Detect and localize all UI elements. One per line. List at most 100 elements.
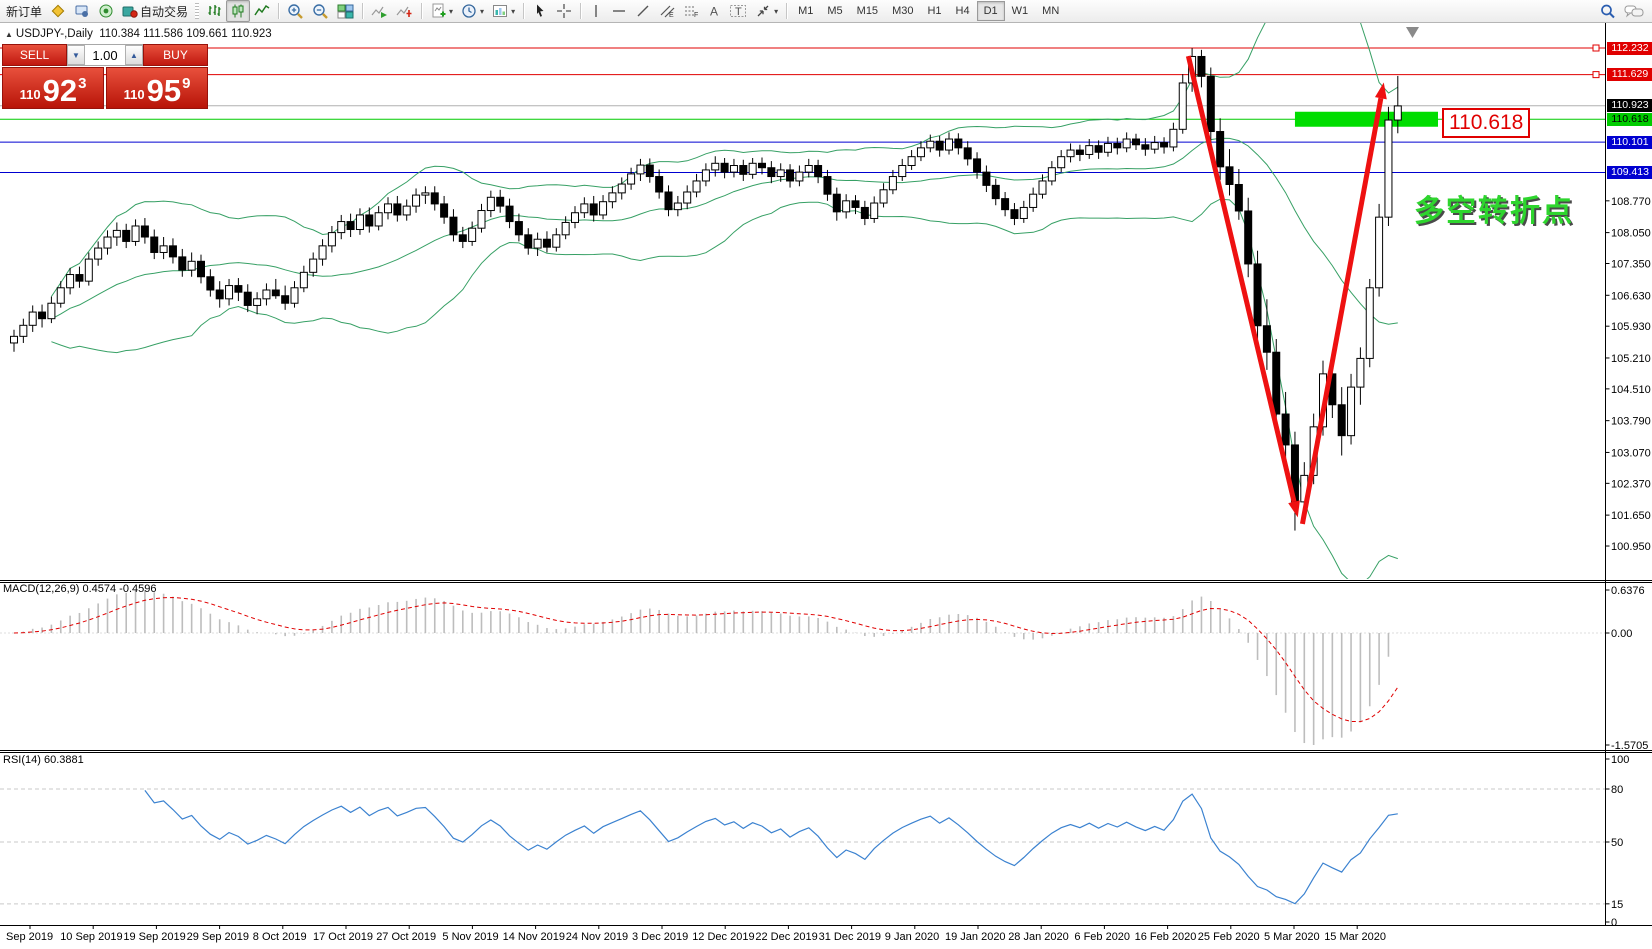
buy-price-main: 95: [146, 73, 182, 108]
timeframe-h4-button[interactable]: H4: [949, 1, 977, 21]
signals-button[interactable]: [94, 0, 118, 22]
chart-shift-marker-icon[interactable]: [1406, 27, 1419, 38]
line-handle[interactable]: [1592, 44, 1600, 52]
dropdown-arrow-icon: ▾: [449, 6, 454, 16]
search-button[interactable]: [1595, 0, 1620, 22]
cursor-tool-button[interactable]: [528, 0, 552, 22]
rsi-line: [144, 790, 1398, 905]
macd-panel[interactable]: [0, 590, 1605, 745]
arrows-tool-button[interactable]: ▾: [751, 0, 782, 22]
buy-price-pip: 9: [182, 75, 191, 92]
main-price-panel[interactable]: [0, 0, 1605, 585]
buy-price-display[interactable]: 110 95 9: [106, 67, 208, 109]
price-tick-label: 100.950: [1611, 541, 1651, 553]
horizontal-line-icon: [613, 10, 626, 12]
chart-shift-button[interactable]: [392, 0, 417, 22]
macd-indicator-label: MACD(12,26,9) 0.4574 -0.4596: [3, 583, 157, 595]
main-toolbar: 新订单 自动交易 ▾ ▾ ▾ E F A T ▾ M1 M5 M15 M30 H…: [0, 0, 1652, 23]
date-tick-label: 3 Dec 2019: [632, 931, 689, 943]
rsi-tick-label: 80: [1611, 784, 1623, 796]
date-tick-label: 5 Mar 2020: [1264, 931, 1320, 943]
autotrading-button[interactable]: 自动交易: [118, 0, 192, 22]
collapse-icon[interactable]: ▲: [5, 30, 13, 39]
fibonacci-tool-button[interactable]: F: [679, 0, 703, 22]
timeframe-h1-button[interactable]: H1: [920, 1, 948, 21]
date-tick-label: 29 Sep 2019: [186, 931, 249, 943]
sell-price-display[interactable]: 110 92 3: [2, 67, 104, 109]
price-tick-label: 103.790: [1611, 416, 1651, 428]
toolbar-separator: [362, 3, 364, 19]
trendline-tool-button[interactable]: [631, 0, 655, 22]
metaquotes-button[interactable]: [46, 0, 70, 22]
timeframe-w1-button[interactable]: W1: [1005, 1, 1036, 21]
buy-button[interactable]: BUY: [143, 44, 208, 66]
price-level-label[interactable]: 110.618: [1607, 112, 1652, 126]
date-tick-label: 15 Mar 2020: [1324, 931, 1386, 943]
bar-chart-mode-button[interactable]: [202, 0, 226, 22]
price-level-label[interactable]: 110.923: [1607, 99, 1652, 113]
indicators-icon: [432, 3, 446, 18]
line-handle[interactable]: [1592, 71, 1600, 79]
cursor-icon: [537, 4, 544, 17]
templates-button[interactable]: ▾: [488, 0, 519, 22]
price-level-label[interactable]: 109.413: [1607, 165, 1652, 179]
toolbar-separator: [580, 3, 582, 19]
rsi-panel[interactable]: [0, 788, 1605, 905]
svg-text:T: T: [735, 6, 742, 18]
tile-windows-button[interactable]: [333, 0, 358, 22]
volume-stepper: ▼ 1.00 ▲: [67, 44, 143, 66]
timeframe-m15-button[interactable]: M15: [850, 1, 885, 21]
rsi-tick-label: 50: [1611, 837, 1623, 849]
chart-symbol-period: USDJPY-,Daily: [15, 28, 93, 40]
timeframe-m30-button[interactable]: M30: [885, 1, 920, 21]
trend-arrow-head[interactable]: [1288, 500, 1300, 518]
auto-scroll-icon: [371, 6, 388, 18]
text-tool-button[interactable]: A: [703, 0, 725, 22]
auto-scroll-button[interactable]: [367, 0, 392, 22]
text-label-tool-button[interactable]: T: [725, 0, 751, 22]
timeframe-m5-button[interactable]: M5: [820, 1, 849, 21]
zoom-in-button[interactable]: [283, 0, 308, 22]
text-label-icon: T: [730, 5, 747, 18]
level-callout-box[interactable]: 110.618: [1442, 108, 1531, 138]
periods-button[interactable]: ▾: [457, 0, 488, 22]
rsi-tick-label: 15: [1611, 899, 1623, 911]
turning-point-annotation[interactable]: 多空转折点: [1414, 186, 1574, 230]
price-tick-label: 101.650: [1611, 510, 1651, 522]
indicators-button[interactable]: ▾: [426, 0, 457, 22]
zoom-out-button[interactable]: [308, 0, 333, 22]
horizontal-line-tool-button[interactable]: [607, 0, 631, 22]
volume-increase-button[interactable]: ▲: [125, 45, 143, 65]
sell-button[interactable]: SELL: [2, 44, 67, 66]
line-chart-mode-button[interactable]: [250, 0, 274, 22]
channel-tool-button[interactable]: E: [655, 0, 679, 22]
volume-input[interactable]: 1.00: [85, 45, 125, 65]
main-chart-svg[interactable]: 108.770 108.050 107.350 106.630 105.930 105.2…: [0, 0, 1652, 949]
buy-price-prefix: 110: [123, 87, 145, 102]
candlestick-series: [10, 48, 1402, 531]
volume-decrease-button[interactable]: ▼: [67, 45, 85, 65]
zoom-in-icon: [288, 3, 303, 19]
timeframe-d1-button[interactable]: D1: [976, 1, 1005, 21]
timeframe-m1-button[interactable]: M1: [791, 1, 820, 21]
supply-zone-rectangle[interactable]: [1294, 111, 1439, 127]
rsi-indicator-label: RSI(14) 60.3881: [3, 754, 84, 766]
new-order-button[interactable]: 新订单: [2, 0, 46, 22]
toolbar-separator: [786, 3, 788, 19]
date-tick-label: 16 Feb 2020: [1134, 931, 1197, 943]
toolbar-separator: [278, 3, 280, 19]
candlestick-mode-button[interactable]: [226, 0, 251, 22]
price-level-label[interactable]: 112.232: [1607, 41, 1652, 55]
timeframe-mn-button[interactable]: MN: [1035, 1, 1066, 21]
date-tick-label: 5 Nov 2019: [442, 931, 499, 943]
vertical-line-tool-button[interactable]: [585, 0, 607, 22]
price-level-label[interactable]: 111.629: [1607, 68, 1652, 82]
price-level-label[interactable]: 110.101: [1607, 135, 1652, 149]
community-chat-button[interactable]: [1620, 0, 1648, 22]
line-chart-icon: [254, 4, 270, 16]
crosshair-tool-button[interactable]: [552, 0, 576, 22]
trend-arrow[interactable]: [1185, 55, 1297, 503]
strategy-tester-button[interactable]: [70, 0, 94, 22]
date-tick-label: 28 Jan 2020: [1008, 931, 1069, 943]
date-tick-label: 8 Oct 2019: [252, 931, 307, 943]
